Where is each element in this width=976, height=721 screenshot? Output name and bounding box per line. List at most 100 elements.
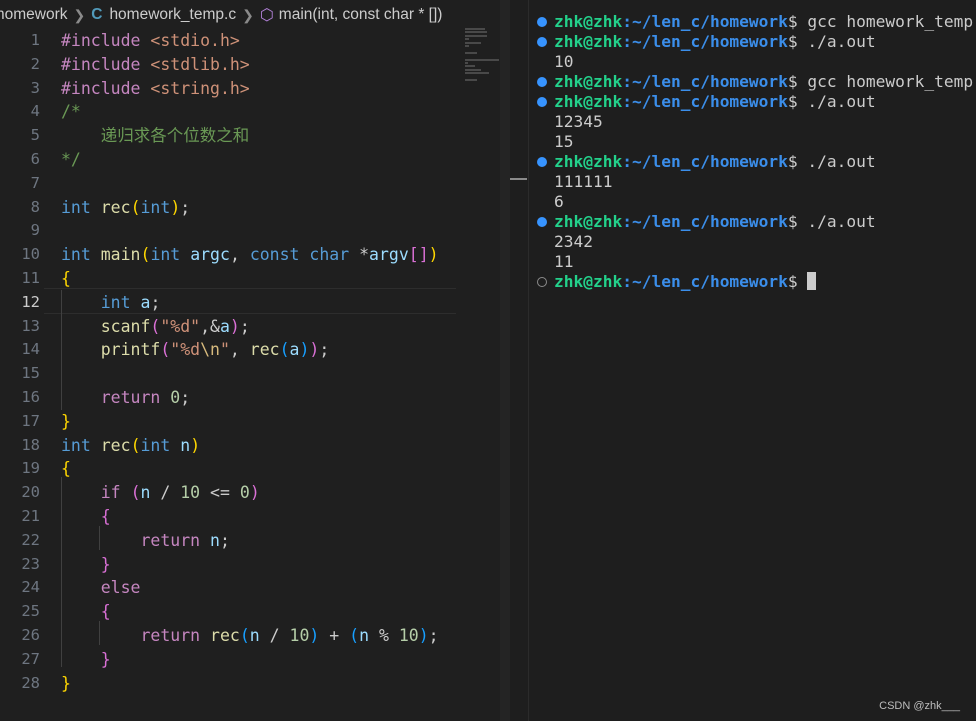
- code-token: rec: [100, 197, 131, 217]
- line-number: 16: [21, 387, 40, 406]
- code-token: if: [100, 483, 121, 503]
- prompt-user: zhk@zhk: [554, 272, 623, 291]
- terminal-pane[interactable]: zhk@zhk:~/len_c/homework$ gcc homework_t…: [529, 12, 976, 292]
- terminal-output-line: 111111: [529, 172, 976, 192]
- line-number: 17: [21, 411, 40, 430]
- code-area[interactable]: #include <stdio.h> #include <stdlib.h> #…: [61, 29, 461, 695]
- terminal-command-line: zhk@zhk:~/len_c/homework$ ./a.out: [529, 212, 976, 232]
- terminal-decoration-dot-icon[interactable]: [537, 277, 547, 287]
- code-token: <stdlib.h>: [150, 54, 250, 74]
- code-token: 0: [239, 483, 250, 503]
- chevron-right-icon: ❯: [73, 6, 86, 23]
- code-line: int rec(int n): [61, 435, 201, 455]
- line-number: 14: [21, 340, 40, 359]
- terminal-output-line: 6: [529, 192, 976, 212]
- code-token: n: [210, 530, 220, 550]
- line-number: 4: [30, 102, 40, 121]
- pane-divider[interactable]: [510, 0, 529, 721]
- editor-scrollbar[interactable]: [500, 0, 510, 721]
- code-token: int: [140, 197, 171, 217]
- code-line: }: [61, 673, 71, 693]
- command-text: ./a.out: [797, 152, 876, 171]
- code-token: int: [61, 197, 91, 217]
- breadcrumb: homework ❯ C homework_temp.c ❯ ⬡ main(in…: [0, 0, 506, 30]
- prompt-symbol: $: [787, 32, 798, 51]
- line-number: 20: [21, 483, 40, 502]
- terminal-output-line: 10: [529, 52, 976, 72]
- prompt-path: :~/len_c/homework: [622, 152, 788, 171]
- line-number: 18: [21, 435, 40, 454]
- terminal-command-line: zhk@zhk:~/len_c/homework$: [529, 272, 976, 292]
- prompt-user: zhk@zhk: [554, 72, 623, 91]
- prompt-path: :~/len_c/homework: [622, 32, 788, 51]
- terminal-command-line: zhk@zhk:~/len_c/homework$ gcc homework_t…: [529, 12, 976, 32]
- terminal-decoration-dot-icon[interactable]: [537, 37, 547, 47]
- code-token: 10: [398, 625, 419, 645]
- code-token: scanf: [100, 316, 151, 336]
- terminal-cursor[interactable]: [806, 272, 816, 290]
- code-line: }: [100, 649, 111, 669]
- code-line: /*: [61, 102, 81, 122]
- code-line: #include <string.h>: [61, 77, 461, 101]
- command-text: ./a.out: [797, 92, 876, 111]
- code-line: if (n / 10 <= 0): [100, 483, 260, 503]
- code-line: #include <stdlib.h>: [61, 53, 461, 77]
- line-number-gutter[interactable]: 1 2 3 4 5 6 7 8 9 10 11 12 13 14 15 16 17 18 19 20 21 22 23 24 2…: [0, 29, 40, 695]
- code-token: \n: [200, 340, 220, 360]
- line-number: 21: [21, 506, 40, 525]
- editor-pane[interactable]: homework ❯ C homework_temp.c ❯ ⬡ main(in…: [0, 0, 510, 721]
- terminal-decoration-dot-icon[interactable]: [537, 157, 547, 167]
- code-token: n: [180, 435, 191, 455]
- method-cube-icon: ⬡: [259, 7, 274, 24]
- terminal-decoration-dot-icon[interactable]: [537, 17, 547, 27]
- prompt-symbol: $: [787, 212, 798, 231]
- prompt-path: :~/len_c/homework: [622, 272, 788, 291]
- output-text: 6: [554, 192, 564, 211]
- code-token: main: [100, 245, 141, 265]
- line-number: 26: [21, 625, 40, 644]
- breadcrumb-folder[interactable]: homework: [0, 6, 68, 24]
- code-line: int main(int argc, const char *argv[]): [61, 245, 439, 265]
- code-token: 10: [180, 483, 201, 503]
- code-line: */: [61, 149, 81, 169]
- code-token: #include: [61, 54, 151, 74]
- output-text: 2342: [554, 232, 593, 251]
- watermark: CSDN @zhk___: [879, 700, 960, 712]
- minimap[interactable]: [465, 28, 505, 88]
- line-number: 24: [21, 578, 40, 597]
- code-line: else: [61, 576, 461, 600]
- code-token: char: [309, 245, 350, 265]
- line-number: 8: [30, 197, 40, 216]
- terminal-output-line: 15: [529, 132, 976, 152]
- breadcrumb-file[interactable]: homework_temp.c: [109, 6, 236, 24]
- code-line: scanf("%d",&a);: [100, 316, 250, 336]
- code-line: int a;: [100, 292, 161, 312]
- terminal-command-line: zhk@zhk:~/len_c/homework$ ./a.out: [529, 92, 976, 112]
- prompt-symbol: $: [787, 152, 798, 171]
- scroll-position-marker: [510, 178, 527, 180]
- terminal-command-line: zhk@zhk:~/len_c/homework$ ./a.out: [529, 32, 976, 52]
- code-line: 递归求各个位数之和: [61, 126, 250, 146]
- code-line: }: [100, 554, 111, 574]
- code-line: {: [100, 506, 111, 526]
- output-text: 10: [554, 52, 574, 71]
- breadcrumb-symbol[interactable]: main(int, const char * []): [279, 6, 443, 24]
- output-text: 11: [554, 252, 574, 271]
- terminal-decoration-dot-icon[interactable]: [537, 77, 547, 87]
- code-token: ": [219, 340, 230, 360]
- code-token: printf: [100, 340, 161, 360]
- output-text: 15: [554, 132, 574, 151]
- code-line: {: [61, 459, 71, 479]
- line-number: 22: [21, 530, 40, 549]
- code-line: #include <stdio.h>: [61, 29, 461, 53]
- terminal-decoration-dot-icon[interactable]: [537, 217, 547, 227]
- prompt-user: zhk@zhk: [554, 12, 623, 31]
- line-number: 19: [21, 459, 40, 478]
- line-number: 28: [21, 673, 40, 692]
- command-text: gcc homework_temp.c: [797, 12, 976, 31]
- code-token: 0: [170, 387, 181, 407]
- code-token: argc: [190, 245, 230, 265]
- terminal-decoration-dot-icon[interactable]: [537, 97, 547, 107]
- code-token: 10: [289, 625, 310, 645]
